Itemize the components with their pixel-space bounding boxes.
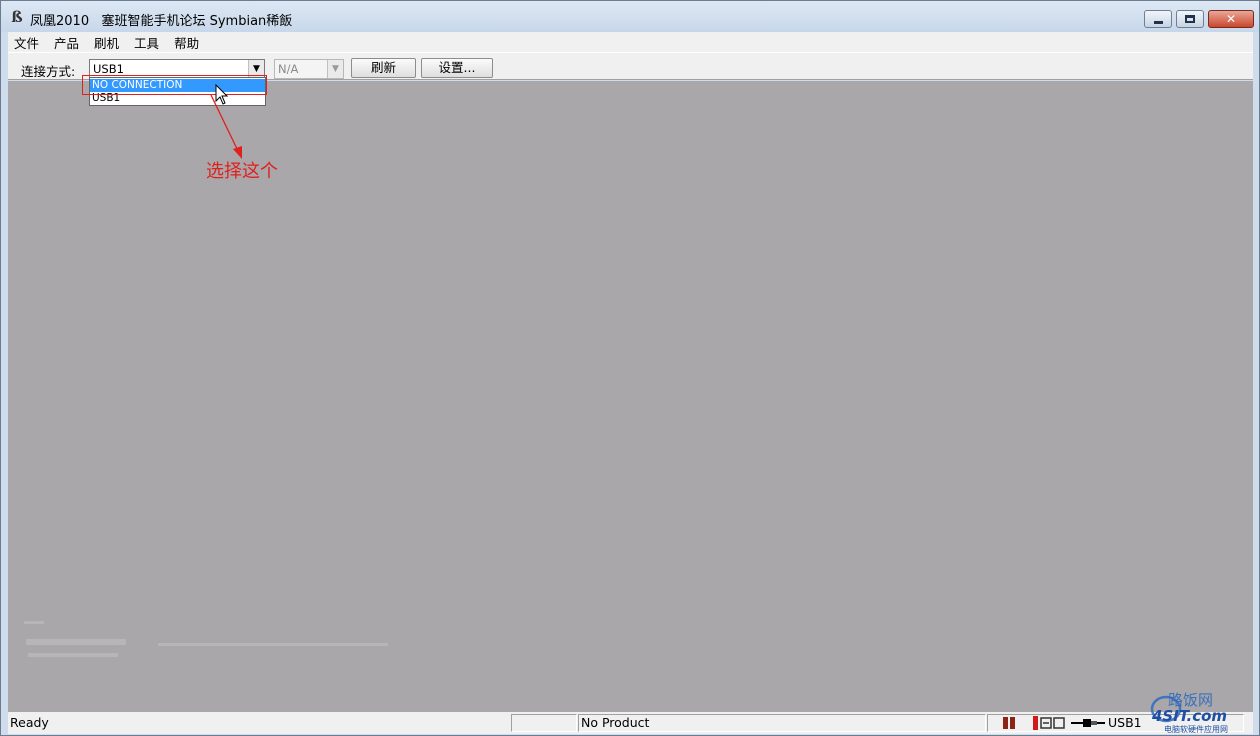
annotation-highlight-box	[82, 75, 267, 95]
maximize-icon	[1185, 15, 1195, 23]
menu-help[interactable]: 帮助	[174, 33, 199, 52]
settings-button[interactable]: 设置...	[421, 58, 493, 78]
watermark-main: 4SIT.com	[1151, 707, 1227, 725]
usb-cable-icon	[1071, 719, 1105, 727]
smudge	[24, 621, 44, 624]
site-watermark-logo: 路饭网 4SIT.com 电脑软硬件应用网	[1150, 691, 1228, 734]
status-connection: USB1	[1108, 715, 1142, 730]
product-combo-value: N/A	[278, 62, 299, 76]
menu-bar: 文件 产品 刷机 工具 帮助	[8, 32, 1253, 52]
connection-label: 连接方式:	[21, 64, 76, 79]
phoenix-app-icon: ß	[11, 8, 23, 26]
main-area	[8, 81, 1253, 712]
close-button[interactable]: ✕	[1208, 10, 1254, 28]
watermark-cn-sub: 电脑软硬件应用网	[1164, 724, 1228, 734]
maximize-button[interactable]	[1176, 10, 1204, 28]
minimize-icon	[1153, 20, 1163, 24]
pause-icon	[1003, 717, 1017, 729]
menu-tools[interactable]: 工具	[134, 33, 159, 52]
smudge	[28, 653, 118, 657]
connection-combo-value: USB1	[93, 62, 124, 76]
product-combo: N/A ▼	[274, 59, 344, 79]
annotation-text: 选择这个	[206, 161, 278, 182]
smudge	[26, 639, 126, 645]
status-ready: Ready	[10, 715, 49, 730]
window-controls: ✕	[1144, 10, 1254, 28]
refresh-button[interactable]: 刷新	[351, 58, 416, 78]
smudge	[158, 643, 388, 646]
window-title: 凤凰2010 塞班智能手机论坛 Symbian稀飯	[30, 14, 293, 29]
minimize-button[interactable]	[1144, 10, 1172, 28]
mouse-pointer-icon	[215, 84, 229, 105]
title-bar[interactable]: ß 凤凰2010 塞班智能手机论坛 Symbian稀飯 ✕	[1, 1, 1259, 32]
status-product: No Product	[578, 714, 986, 732]
app-window: ß 凤凰2010 塞班智能手机论坛 Symbian稀飯 ✕ 文件 产品 刷机 工…	[0, 0, 1260, 736]
status-bar: Ready No Product USB1	[8, 712, 1253, 734]
close-icon: ✕	[1225, 12, 1237, 26]
menu-product[interactable]: 产品	[54, 33, 79, 52]
menu-flash[interactable]: 刷机	[94, 33, 119, 52]
menu-file[interactable]: 文件	[14, 33, 39, 52]
status-pane-empty	[511, 714, 577, 732]
chevron-down-icon: ▼	[327, 60, 343, 78]
connection-state-icon	[1033, 716, 1065, 730]
